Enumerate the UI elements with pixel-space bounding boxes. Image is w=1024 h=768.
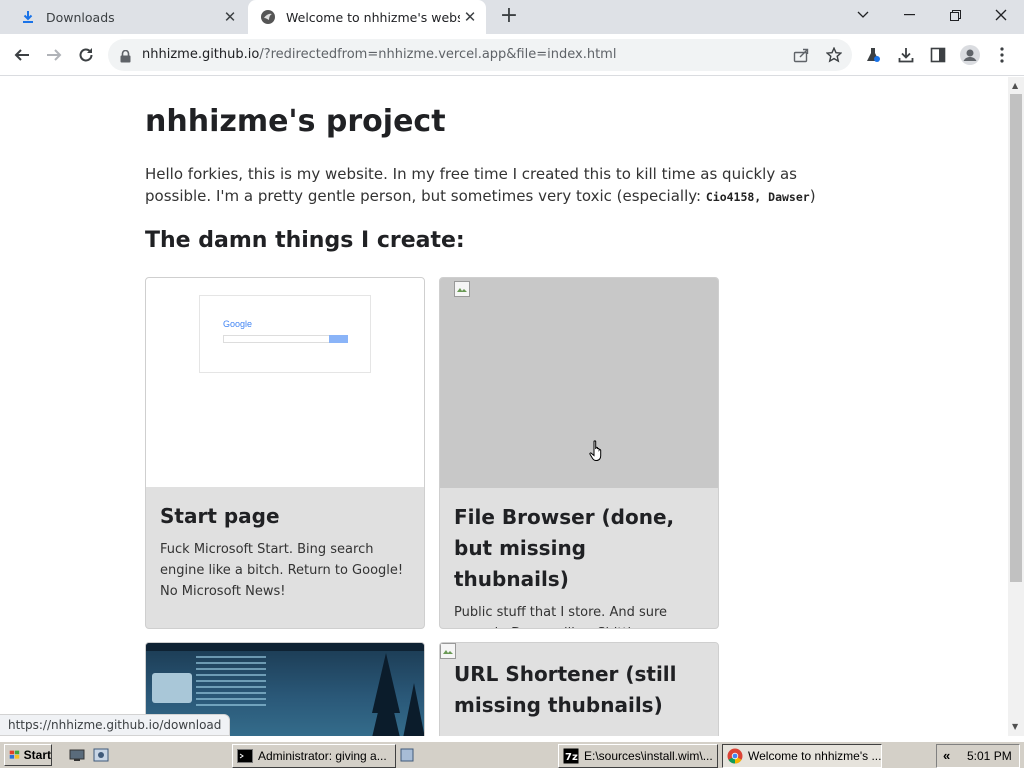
card-title: File Browser (done, but missing thubnail… (454, 505, 675, 591)
downloads-icon[interactable] (895, 44, 917, 66)
7zip-icon: 7z (563, 748, 579, 764)
url-path: /?redirectedfrom=nhhizme.vercel.app&file… (259, 47, 617, 62)
page-viewport: nhhizme's project Hello forkies, this is… (0, 77, 1008, 736)
side-panel-icon[interactable] (927, 44, 949, 66)
search-button-preview (329, 335, 348, 343)
back-button[interactable] (9, 42, 35, 68)
close-tab-icon[interactable]: ✕ (460, 7, 480, 27)
tab-title: Downloads (46, 9, 115, 25)
start-button[interactable]: Start (4, 744, 52, 766)
intro-text: Hello forkies, this is my website. In my… (145, 165, 797, 205)
section-heading: The damn things I create: (145, 228, 465, 253)
clock[interactable]: 5:01 PM (967, 749, 1012, 763)
intro-code: Cio4158, Dawser (705, 190, 810, 204)
close-window-button[interactable] (978, 0, 1024, 30)
browser-toolbar: nhhizme.github.io/?redirectedfrom=nhhizm… (0, 34, 1024, 76)
broken-image-icon (440, 643, 456, 663)
page-title: nhhizme's project (145, 104, 446, 139)
download-icon (20, 9, 36, 25)
google-logo: Google (223, 319, 252, 329)
card-thumbnail (440, 278, 718, 488)
start-label: Start (23, 748, 51, 762)
site-favicon-icon (260, 9, 276, 25)
labs-flask-icon[interactable] (862, 44, 884, 66)
google-logo-text: Google (223, 319, 253, 329)
status-url-bubble: https://nhhizme.github.io/download (0, 714, 231, 736)
hand-cursor-icon (589, 440, 605, 466)
chrome-icon (727, 748, 743, 764)
card-thumbnail (440, 643, 718, 659)
card-title: Start page (160, 504, 280, 528)
taskbar-button-cmd[interactable]: Administrator: giving a... (232, 744, 396, 768)
bookmark-star-icon[interactable] (824, 45, 844, 65)
profile-avatar-icon[interactable] (959, 44, 981, 66)
card-thumbnail: Google (146, 278, 424, 487)
address-url[interactable]: nhhizme.github.io/?redirectedfrom=nhhizm… (142, 39, 616, 71)
scroll-down-icon[interactable]: ▼ (1012, 722, 1018, 731)
card-title: URL Shortener (still missing thubnails) (454, 662, 677, 717)
minimize-button[interactable] (886, 0, 932, 30)
pine-trees-graphic (372, 653, 424, 736)
menu-kebab-icon[interactable] (991, 44, 1013, 66)
tray-app-icon[interactable] (398, 746, 416, 764)
taskbar-button-7zip[interactable]: 7z E:\sources\install.wim\... (558, 744, 718, 768)
terminal-titlebar (146, 643, 424, 651)
terminal-text-lines (196, 656, 266, 706)
cmd-icon (237, 749, 253, 763)
reload-button[interactable] (73, 42, 99, 68)
tab-strip: Downloads ✕ Welcome to nhhizme's website… (0, 0, 1024, 34)
forward-button[interactable] (41, 42, 67, 68)
taskbar-button-label: E:\sources\install.wim\... (584, 749, 713, 763)
url-host: nhhizme.github.io (142, 47, 260, 62)
new-tab-button[interactable]: + (498, 5, 520, 28)
tab-title: Welcome to nhhizme's website! (286, 9, 460, 25)
lock-icon[interactable] (120, 48, 131, 67)
card-description: Public stuff that I store. And sure enou… (454, 605, 668, 628)
taskbar-button-chrome[interactable]: Welcome to nhhizme's ... (722, 744, 882, 768)
broken-image-icon (454, 281, 470, 301)
show-desktop-icon[interactable] (68, 746, 86, 764)
terminal-logo (152, 673, 192, 703)
system-tray: « 5:01 PM (936, 744, 1020, 768)
scrollbar-thumb[interactable] (1010, 94, 1022, 582)
address-bar[interactable]: nhhizme.github.io/?redirectedfrom=nhhizm… (108, 39, 852, 71)
svg-text:7z: 7z (565, 752, 578, 763)
tab-website[interactable]: Welcome to nhhizme's website! ✕ (248, 0, 486, 34)
page-scrollbar[interactable]: ▲ ▼ (1008, 77, 1024, 736)
google-preview-image: Google (199, 295, 371, 373)
tab-search-icon[interactable] (840, 0, 886, 30)
card-start-page[interactable]: Google Start page Fuck Microsoft Start. … (145, 277, 425, 629)
card-description: Fuck Microsoft Start. Bing search engine… (160, 542, 404, 599)
tray-expand-icon[interactable]: « (943, 748, 950, 763)
taskbar-button-label: Administrator: giving a... (258, 749, 387, 763)
windows-logo-icon (9, 750, 20, 759)
restore-button[interactable] (932, 0, 978, 30)
share-icon[interactable] (791, 45, 811, 65)
taskbar-button-label: Welcome to nhhizme's ... (748, 749, 882, 763)
explorer-icon[interactable] (92, 746, 110, 764)
card-file-browser[interactable]: File Browser (done, but missing thubnail… (439, 277, 719, 629)
intro-close: ) (809, 187, 816, 205)
card-url-shortener[interactable]: URL Shortener (still missing thubnails) (439, 642, 719, 736)
tab-downloads[interactable]: Downloads ✕ (8, 0, 246, 34)
taskbar: Start Administrator: giving a... 7z E:\s… (0, 740, 1024, 768)
scroll-up-icon[interactable]: ▲ (1012, 81, 1018, 90)
close-tab-icon[interactable]: ✕ (220, 7, 240, 27)
intro-paragraph: Hello forkies, this is my website. In my… (145, 163, 860, 208)
